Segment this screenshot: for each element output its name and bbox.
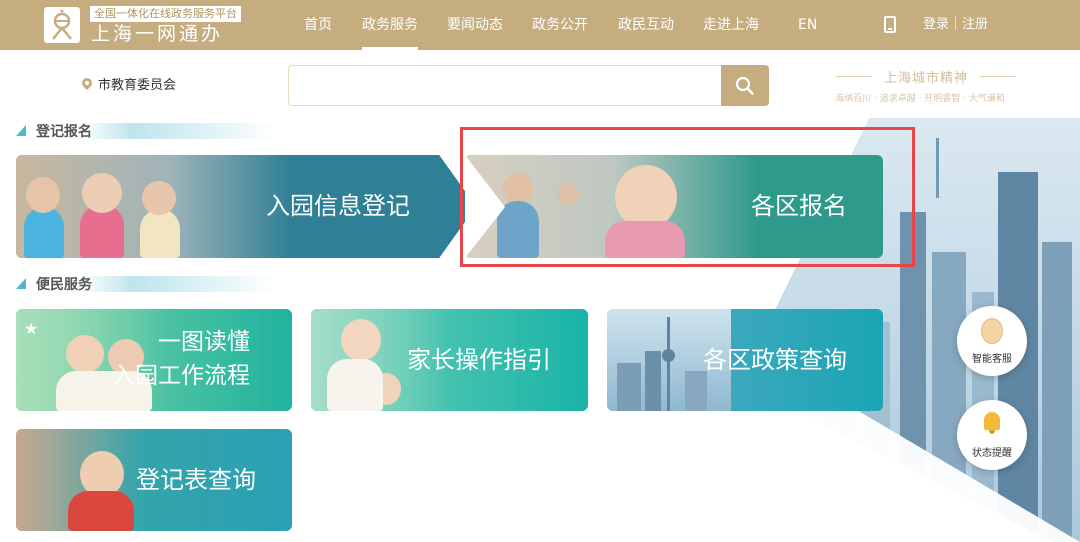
search-button[interactable] [721,65,769,106]
district-policy-query-card[interactable]: 各区政策查询 [607,309,883,411]
status-label: 状态提醒 [972,448,1012,459]
section-marker-icon [16,278,26,289]
nav-government-services[interactable]: 政务服务 [362,0,418,50]
section-header-services: 便民服务 [16,276,276,293]
status-reminder-button[interactable]: 状态提醒 [957,400,1027,470]
top-navigation-bar: 全国一体化在线政务服务平台 上海一网通办 首页 政务服务 要闻动态 政务公开 政… [0,0,1080,50]
child-photo [16,429,141,531]
section-header-registration: 登记报名 [16,123,276,140]
nav-home[interactable]: 首页 [304,0,332,50]
city-spirit-title: 上海城市精神 [836,67,1016,86]
highlight-box [460,127,915,267]
section-marker-icon [16,125,26,136]
smart-assistant-button[interactable]: 智能客服 [957,306,1027,376]
bell-icon [984,412,1000,434]
city-spirit-subtitle: 海纳百川 · 追求卓越 · 开明睿智 · 大气谦和 [835,94,1005,104]
kindergarten-info-registration-card[interactable]: 入园信息登记 [16,155,476,258]
card-label: 入园信息登记 [266,192,410,220]
brand-title[interactable]: 上海一网通办 [91,22,223,46]
card-label: 家长操作指引 [407,346,551,374]
section-title: 便民服务 [36,277,92,293]
card-label: 各区政策查询 [703,346,847,374]
card-label-line2: 入园工作流程 [112,363,250,389]
assistant-bot-icon [981,318,1003,344]
department-location[interactable]: 市教育委员会 [98,74,176,93]
nav-discover-shanghai[interactable]: 走进上海 [703,0,759,50]
nav-news[interactable]: 要闻动态 [447,0,503,50]
assistant-label: 智能客服 [972,354,1012,365]
card-label-line1: 一图读懂 [158,329,250,355]
location-pin-icon [79,75,95,91]
mobile-phone-icon[interactable] [884,16,896,33]
platform-tagline: 全国一体化在线政务服务平台 [90,6,241,22]
enrollment-process-infographic-card[interactable]: ★ 一图读懂 入园工作流程 [16,309,292,411]
registration-form-query-card[interactable]: 登记表查询 [16,429,292,531]
login-register-link[interactable]: 登录｜注册 [923,0,988,50]
children-photo [16,155,292,258]
search-icon [735,76,754,95]
nav-english[interactable]: EN [798,0,817,50]
shanghai-emblem-icon[interactable] [44,7,80,43]
nav-government-disclosure[interactable]: 政务公开 [532,0,588,50]
search-input[interactable] [288,65,722,106]
card-label: 登记表查询 [136,466,256,494]
nav-public-interaction[interactable]: 政民互动 [618,0,674,50]
parent-guide-card[interactable]: 家长操作指引 [311,309,588,411]
section-title: 登记报名 [36,124,92,140]
